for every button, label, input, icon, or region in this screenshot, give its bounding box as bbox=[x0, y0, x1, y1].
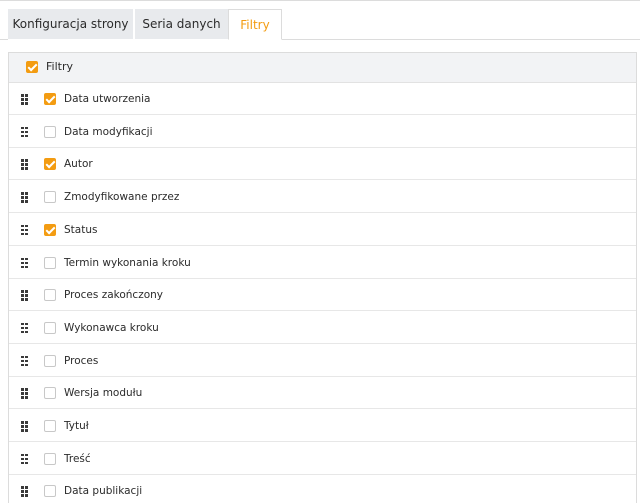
filter-checkbox[interactable] bbox=[44, 387, 56, 400]
filter-label: Zmodyfikowane przez bbox=[64, 191, 180, 204]
filter-row: Status bbox=[9, 214, 636, 246]
filter-label: Wersja modułu bbox=[64, 387, 143, 400]
drag-handle-icon[interactable] bbox=[21, 486, 28, 497]
filter-checkbox[interactable] bbox=[44, 485, 56, 498]
filter-checkbox[interactable] bbox=[44, 452, 56, 465]
drag-handle-icon[interactable] bbox=[21, 126, 28, 138]
filter-row: Zmodyfikowane przez bbox=[9, 181, 636, 214]
drag-handle-icon[interactable] bbox=[21, 322, 28, 334]
filter-checkbox[interactable] bbox=[44, 420, 56, 432]
filter-checkbox[interactable] bbox=[44, 125, 56, 138]
filter-checkbox[interactable] bbox=[44, 93, 56, 105]
drag-handle-icon[interactable] bbox=[21, 290, 28, 301]
filter-row: Tytuł bbox=[9, 410, 636, 442]
filter-row: Data utworzenia bbox=[9, 83, 636, 115]
drag-handle-icon[interactable] bbox=[21, 224, 28, 236]
drag-handle-icon[interactable] bbox=[21, 453, 28, 465]
filter-row: Data publikacji bbox=[9, 475, 636, 503]
filter-label: Proces zakończony bbox=[64, 289, 164, 302]
filter-label: Proces bbox=[64, 354, 99, 367]
filter-label: Treść bbox=[64, 452, 91, 465]
filter-checkbox[interactable] bbox=[44, 158, 56, 171]
filter-label: Status bbox=[64, 223, 98, 236]
filters-settings-view: Konfiguracja strony Seria danych Filtry … bbox=[0, 0, 640, 503]
filter-row: Treść bbox=[9, 443, 636, 475]
tab-data-series[interactable]: Seria danych bbox=[135, 9, 228, 39]
drag-handle-icon[interactable] bbox=[21, 94, 28, 105]
drag-handle-icon[interactable] bbox=[21, 192, 28, 203]
filter-checkbox[interactable] bbox=[44, 289, 56, 302]
filter-label: Termin wykonania kroku bbox=[64, 256, 191, 269]
tab-bar-divider bbox=[282, 39, 640, 40]
filter-checkbox[interactable] bbox=[44, 191, 56, 204]
filter-label: Data modyfikacji bbox=[64, 125, 153, 138]
drag-handle-icon[interactable] bbox=[21, 355, 28, 367]
top-divider bbox=[0, 0, 640, 1]
filter-label: Tytuł bbox=[64, 420, 89, 432]
tab-page-configuration[interactable]: Konfiguracja strony bbox=[8, 9, 133, 39]
drag-handle-icon[interactable] bbox=[21, 421, 28, 432]
tab-bar: Konfiguracja strony Seria danych Filtry bbox=[0, 9, 640, 40]
filter-label: Data publikacji bbox=[64, 485, 143, 498]
filter-row: Termin wykonania kroku bbox=[9, 247, 636, 279]
filter-label: Data utworzenia bbox=[64, 93, 151, 105]
select-all-checkbox[interactable] bbox=[26, 61, 38, 73]
drag-handle-icon[interactable] bbox=[21, 388, 28, 399]
filter-row: Wykonawca kroku bbox=[9, 312, 636, 344]
filter-row: Data modyfikacji bbox=[9, 116, 636, 148]
tab-bar-divider-left bbox=[0, 39, 8, 40]
filter-row: Autor bbox=[9, 148, 636, 181]
filter-row: Wersja modułu bbox=[9, 377, 636, 410]
filter-checkbox[interactable] bbox=[44, 321, 56, 334]
tab-filters[interactable]: Filtry bbox=[228, 9, 282, 40]
filter-checkbox[interactable] bbox=[44, 223, 56, 236]
filter-row: Proces zakończony bbox=[9, 279, 636, 312]
drag-handle-icon[interactable] bbox=[21, 159, 28, 170]
drag-handle-icon[interactable] bbox=[21, 257, 28, 268]
filters-panel-header: Filtry bbox=[9, 53, 636, 83]
filter-checkbox[interactable] bbox=[44, 256, 56, 269]
filter-label: Wykonawca kroku bbox=[64, 321, 159, 334]
filter-label: Autor bbox=[64, 158, 93, 171]
filters-panel: Filtry Data utworzenia Data modyfikacji Au… bbox=[8, 52, 637, 503]
filters-header-label: Filtry bbox=[46, 60, 73, 73]
filter-row: Proces bbox=[9, 345, 636, 377]
filter-checkbox[interactable] bbox=[44, 354, 56, 367]
